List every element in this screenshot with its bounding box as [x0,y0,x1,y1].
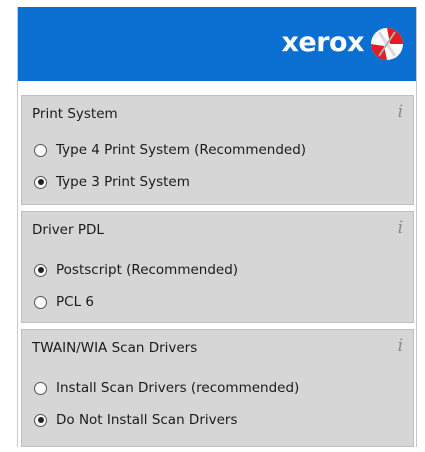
driver-pdl-info-icon[interactable]: i [398,218,403,238]
radio-postscript[interactable]: Postscript (Recommended) [22,254,413,286]
scan-drivers-section: TWAIN/WIA Scan Drivers i Install Scan Dr… [21,329,414,447]
radio-pcl6[interactable]: PCL 6 [22,286,413,318]
print-system-info-icon[interactable]: i [398,102,403,122]
option-label: PCL 6 [56,294,94,310]
driver-pdl-title: Driver PDL [32,222,104,238]
radio-selected-icon[interactable] [34,413,47,427]
option-label: Postscript (Recommended) [56,262,239,278]
scan-drivers-title: TWAIN/WIA Scan Drivers [32,340,198,356]
driver-pdl-section: Driver PDL i Postscript (Recommended) PC… [21,211,414,323]
scan-drivers-info-icon[interactable]: i [398,336,403,356]
radio-type3-print-system[interactable]: Type 3 Print System [22,166,413,198]
driver-options-panel: xerox Print System i Type 4 Print System… [17,7,417,447]
brand-wordmark: xerox [281,27,364,58]
option-label: Type 4 Print System (Recommended) [56,142,307,158]
radio-icon[interactable] [34,295,47,309]
option-label: Type 3 Print System [56,174,190,190]
xerox-sphere-logo-icon [371,28,403,60]
radio-install-scan-drivers[interactable]: Install Scan Drivers (recommended) [22,372,413,404]
radio-type4-print-system[interactable]: Type 4 Print System (Recommended) [22,134,413,166]
radio-selected-icon[interactable] [34,263,47,277]
radio-icon[interactable] [34,143,47,157]
print-system-title: Print System [32,106,118,122]
print-system-section: Print System i Type 4 Print System (Reco… [21,95,414,205]
option-label: Do Not Install Scan Drivers [56,412,238,428]
radio-do-not-install-scan-drivers[interactable]: Do Not Install Scan Drivers [22,404,413,436]
option-label: Install Scan Drivers (recommended) [56,380,300,396]
radio-selected-icon[interactable] [34,175,47,189]
radio-icon[interactable] [34,381,47,395]
header-banner: xerox [18,7,416,81]
